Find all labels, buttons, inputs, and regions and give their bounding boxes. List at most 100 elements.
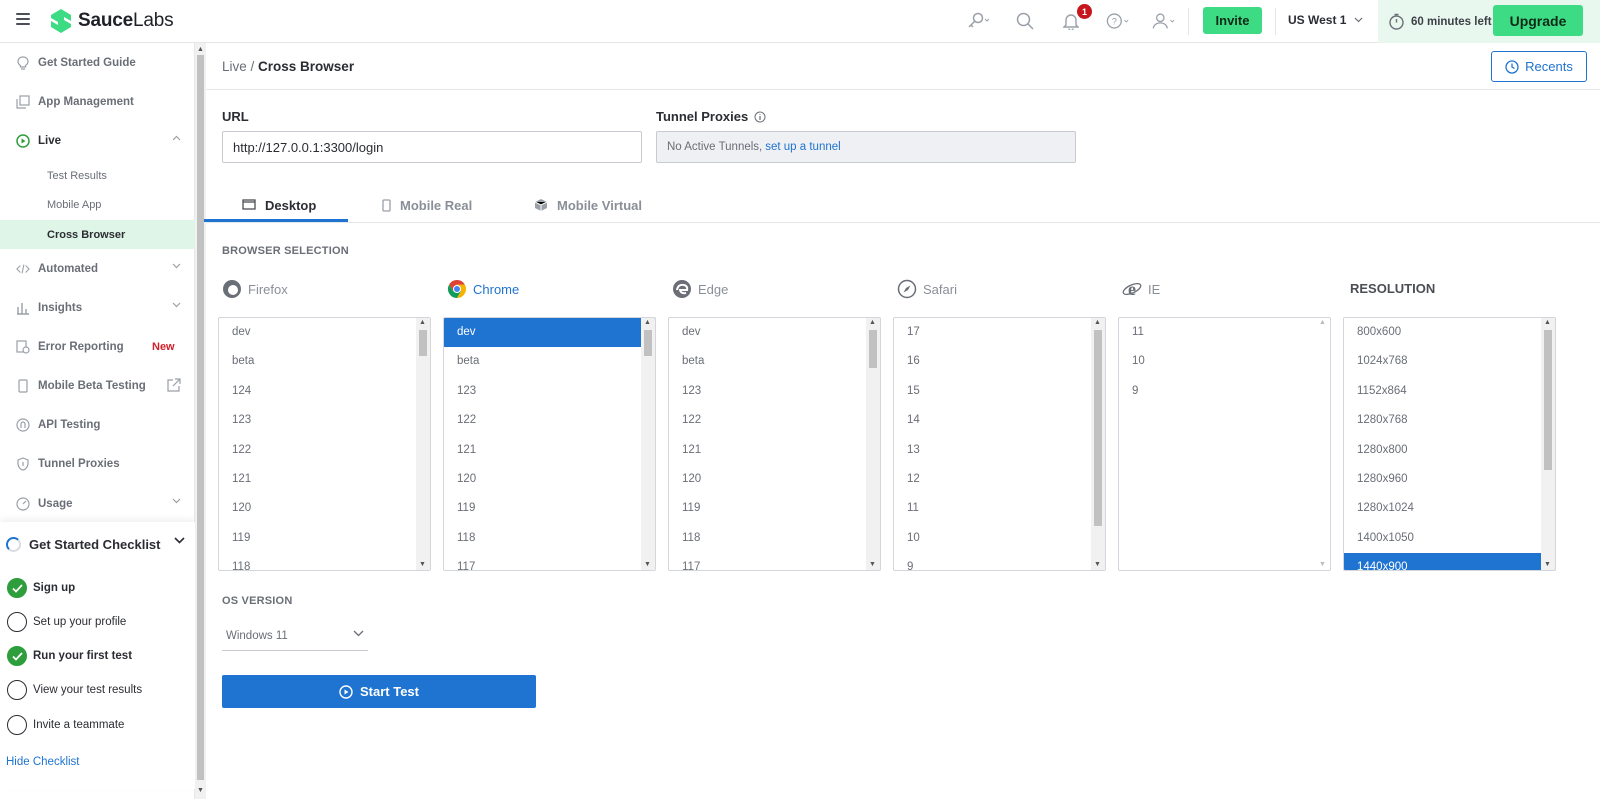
info-icon[interactable] (754, 111, 766, 123)
version-option[interactable]: dev (219, 318, 430, 347)
sidebar-item-tunnel-proxies[interactable]: Tunnel Proxies (0, 445, 195, 483)
scroll-down-arrow[interactable]: ▼ (419, 561, 426, 568)
checklist-item-first-test[interactable]: Run your first test (7, 644, 132, 668)
key-icon[interactable] (966, 10, 990, 32)
version-option[interactable]: beta (444, 347, 655, 376)
resolution-option[interactable]: 1400x1050 (1344, 524, 1555, 553)
sidebar-item-automated[interactable]: Automated (0, 250, 195, 288)
resolution-option[interactable]: 1280x768 (1344, 406, 1555, 435)
sidebar-subitem-mobile-app[interactable]: Mobile App (0, 190, 195, 219)
version-option[interactable]: 10 (894, 524, 1105, 553)
version-option[interactable]: 120 (219, 494, 430, 523)
list-scrollbar[interactable]: ▲ ▼ (416, 318, 430, 570)
sidebar-subitem-cross-browser[interactable]: Cross Browser (0, 220, 195, 249)
scroll-up-arrow[interactable]: ▲ (197, 46, 204, 53)
scroll-up-arrow[interactable]: ▲ (1544, 319, 1551, 326)
scroll-down-arrow[interactable]: ▼ (1544, 561, 1551, 568)
setup-tunnel-link[interactable]: set up a tunnel (765, 141, 840, 153)
scroll-up-arrow[interactable]: ▲ (1094, 319, 1101, 326)
resolution-option[interactable]: 1280x800 (1344, 436, 1555, 465)
sidebar-item-get-started-guide[interactable]: Get Started Guide (0, 44, 195, 82)
version-option[interactable]: 122 (219, 436, 430, 465)
browser-ie[interactable]: e IE (1122, 277, 1160, 301)
breadcrumb-live[interactable]: Live (222, 59, 247, 74)
version-option[interactable]: beta (219, 347, 430, 376)
sidebar-item-api-testing[interactable]: API Testing (0, 406, 195, 444)
version-option[interactable]: 9 (1119, 377, 1330, 406)
sidebar-item-usage[interactable]: Usage (0, 485, 195, 523)
version-option[interactable]: 9 (894, 553, 1105, 570)
version-option[interactable]: 10 (1119, 347, 1330, 376)
sidebar-item-app-management[interactable]: App Management (0, 83, 195, 121)
version-option[interactable]: 12 (894, 465, 1105, 494)
version-option-selected[interactable]: dev (444, 318, 655, 348)
sidebar-item-insights[interactable]: Insights (0, 289, 195, 327)
version-option[interactable]: 118 (669, 524, 880, 553)
scroll-up-arrow[interactable]: ▲ (1319, 319, 1326, 326)
version-option[interactable]: 123 (219, 406, 430, 435)
ie-version-list[interactable]: 11 10 9 ▲ ▼ (1118, 317, 1331, 571)
resolution-list[interactable]: 800x600 1024x768 1152x864 1280x768 1280x… (1343, 317, 1556, 571)
browser-edge[interactable]: Edge (672, 277, 728, 301)
checklist-item-profile[interactable]: Set up your profile (7, 610, 126, 634)
version-option[interactable]: 120 (444, 465, 655, 494)
resolution-option[interactable]: 1024x768 (1344, 347, 1555, 376)
region-selector[interactable]: US West 1 (1288, 13, 1363, 27)
version-option[interactable]: 123 (669, 377, 880, 406)
version-option[interactable]: 11 (1119, 318, 1330, 347)
start-test-button[interactable]: Start Test (222, 675, 536, 708)
tab-mobile-virtual[interactable]: Mobile Virtual (534, 185, 642, 225)
help-icon[interactable]: ? (1106, 10, 1130, 32)
chrome-version-list[interactable]: dev beta 123 122 121 120 119 118 117 ▲ ▼ (443, 317, 656, 571)
list-scrollbar[interactable]: ▲ ▼ (1541, 318, 1555, 570)
resolution-option-selected[interactable]: 1440x900 (1344, 553, 1555, 570)
scrollbar-thumb[interactable] (197, 55, 204, 780)
recents-button[interactable]: Recents (1491, 51, 1587, 82)
list-scrollbar[interactable]: ▲ ▼ (641, 318, 655, 570)
browser-firefox[interactable]: Firefox (222, 277, 288, 301)
checklist-header[interactable]: Get Started Checklist (6, 532, 189, 556)
scroll-down-arrow[interactable]: ▼ (197, 787, 204, 794)
version-option[interactable]: 119 (444, 494, 655, 523)
version-option[interactable]: beta (669, 347, 880, 376)
scroll-up-arrow[interactable]: ▲ (419, 319, 426, 326)
version-option[interactable]: 121 (219, 465, 430, 494)
browser-chrome[interactable]: Chrome (447, 277, 519, 301)
version-option[interactable]: 16 (894, 347, 1105, 376)
resolution-option[interactable]: 1280x1024 (1344, 494, 1555, 523)
scrollbar-thumb[interactable] (869, 330, 877, 368)
scrollbar-thumb[interactable] (1094, 330, 1102, 526)
hide-checklist-link[interactable]: Hide Checklist (6, 756, 80, 768)
version-option[interactable]: 124 (219, 377, 430, 406)
version-option[interactable]: 121 (669, 436, 880, 465)
version-option[interactable]: 120 (669, 465, 880, 494)
scroll-down-arrow[interactable]: ▼ (644, 561, 651, 568)
sidebar-item-mobile-beta-testing[interactable]: Mobile Beta Testing (0, 367, 195, 405)
scroll-down-arrow[interactable]: ▼ (1094, 561, 1101, 568)
version-option[interactable]: 13 (894, 436, 1105, 465)
checklist-item-view-results[interactable]: View your test results (7, 678, 142, 702)
sidebar-item-error-reporting[interactable]: Error Reporting New (0, 328, 195, 366)
search-icon[interactable] (1013, 10, 1037, 32)
scroll-down-arrow[interactable]: ▼ (1319, 561, 1326, 568)
scrollbar-thumb[interactable] (419, 330, 427, 356)
resolution-option[interactable]: 1152x864 (1344, 377, 1555, 406)
scroll-up-arrow[interactable]: ▲ (869, 319, 876, 326)
user-icon[interactable] (1152, 10, 1176, 32)
version-option[interactable]: 17 (894, 318, 1105, 347)
tab-mobile-real[interactable]: Mobile Real (382, 185, 472, 225)
sidebar-scrollbar[interactable]: ▲ ▼ (195, 43, 206, 799)
version-option[interactable]: 11 (894, 494, 1105, 523)
version-option[interactable]: 122 (669, 406, 880, 435)
version-option[interactable]: 121 (444, 436, 655, 465)
checklist-item-sign-up[interactable]: Sign up (7, 576, 75, 600)
safari-version-list[interactable]: 17 16 15 14 13 12 11 10 9 ▲ ▼ (893, 317, 1106, 571)
version-option[interactable]: 14 (894, 406, 1105, 435)
sidebar-subitem-test-results[interactable]: Test Results (0, 161, 195, 190)
version-option[interactable]: 119 (669, 494, 880, 523)
scrollbar-thumb[interactable] (1544, 330, 1552, 470)
sidebar-item-live[interactable]: Live (0, 122, 195, 160)
url-input[interactable] (222, 131, 642, 163)
version-option[interactable]: 119 (219, 524, 430, 553)
list-scrollbar[interactable]: ▲ ▼ (866, 318, 880, 570)
